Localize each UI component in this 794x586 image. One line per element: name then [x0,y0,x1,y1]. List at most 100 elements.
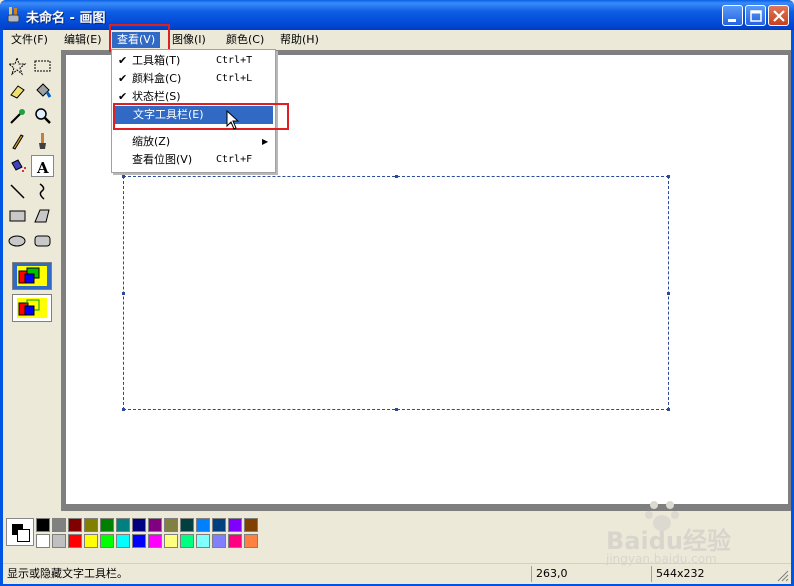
airbrush-icon [11,159,26,172]
polygon-tool[interactable] [31,205,54,227]
color-swatch[interactable] [244,534,258,548]
opaque-shapes-icon [17,266,47,286]
curve-icon [39,183,45,200]
watermark-brand: Baidu经验 [606,527,731,555]
color-swatch[interactable] [36,534,50,548]
magnifier-tool[interactable] [31,105,54,127]
submenu-arrow-icon: ▶ [262,137,269,146]
color-swatch[interactable] [196,534,210,548]
eyedropper-icon [10,109,25,124]
ellipse-icon [8,235,26,247]
color-swatch[interactable] [132,534,146,548]
resize-handle[interactable] [667,175,670,178]
text-a-icon: A [36,159,49,177]
resize-handle[interactable] [122,292,125,295]
color-swatch[interactable] [52,518,66,532]
fill-tool[interactable] [31,80,54,102]
color-swatch[interactable] [84,534,98,548]
eraser-icon [10,85,25,99]
rect-select-icon [34,60,51,72]
status-message: 显示或隐藏文字工具栏。 [7,567,128,580]
menu-colors[interactable]: 颜色(C) [221,32,269,48]
paint-app-icon [7,7,20,23]
color-swatch[interactable] [100,518,114,532]
text-selection-box[interactable] [123,176,669,410]
color-swatch[interactable] [244,518,258,532]
resize-handle[interactable] [395,408,398,411]
menu-image[interactable]: 图像(I) [167,32,211,48]
color-swatch[interactable] [132,518,146,532]
free-form-select-tool[interactable] [6,55,29,77]
color-swatch[interactable] [52,534,66,548]
minimize-button[interactable] [722,5,743,26]
color-swatch[interactable] [148,534,162,548]
close-icon [773,10,785,22]
menu-help[interactable]: 帮助(H) [275,32,324,48]
toolbox: A [3,50,60,510]
color-swatch[interactable] [148,518,162,532]
rounded-rect-icon [34,235,51,247]
color-swatch[interactable] [116,518,130,532]
pick-color-tool[interactable] [6,105,29,127]
color-swatch[interactable] [212,534,226,548]
resize-handle[interactable] [122,175,125,178]
color-swatch[interactable] [100,534,114,548]
color-swatch[interactable] [196,518,210,532]
polygon-icon [34,209,50,223]
paint-window: 未命名 - 画图 文件(F) 编辑(E) 查看(V) 图像(I) 颜色(C) 帮… [0,0,794,586]
menu-file[interactable]: 文件(F) [6,32,53,48]
ellipse-tool[interactable] [6,230,29,252]
eraser-tool[interactable] [6,80,29,102]
minimize-icon [728,19,736,22]
color-swatch[interactable] [228,534,242,548]
color-swatch[interactable] [68,534,82,548]
annotation-view-menu [109,24,170,52]
brush-icon [39,133,46,149]
menu-item-toolbox[interactable]: ✔ 工具箱(T) Ctrl+T [112,52,275,70]
brush-tool[interactable] [31,130,54,152]
rectangle-tool[interactable] [6,205,29,227]
line-icon [10,184,25,199]
rect-select-tool[interactable] [31,55,54,77]
color-swatch[interactable] [180,518,194,532]
opaque-background-option[interactable] [12,262,52,290]
svg-text:A: A [36,159,49,177]
menu-item-view-bitmap[interactable]: 查看位图(V) Ctrl+F [112,151,275,169]
menu-item-zoom[interactable]: 缩放(Z) ▶ [112,133,275,151]
curve-tool[interactable] [31,180,54,202]
color-swatch[interactable] [164,534,178,548]
transparent-shapes-icon [17,298,47,318]
maximize-button[interactable] [745,5,766,26]
color-swatch[interactable] [228,518,242,532]
text-tool[interactable]: A [31,155,54,177]
color-swatch[interactable] [212,518,226,532]
resize-handle[interactable] [667,292,670,295]
pencil-icon [12,134,24,150]
maximize-icon [750,10,762,22]
current-colors[interactable] [6,518,34,546]
color-swatch[interactable] [68,518,82,532]
line-tool[interactable] [6,180,29,202]
baidu-watermark: Baidu经验 jingyan.baidu.com [582,497,782,572]
watermark-url: jingyan.baidu.com [606,552,717,566]
check-icon: ✔ [118,72,128,85]
color-swatch[interactable] [164,518,178,532]
color-swatch[interactable] [180,534,194,548]
resize-handle[interactable] [395,175,398,178]
background-color [17,529,30,542]
resize-handle[interactable] [122,408,125,411]
color-swatch[interactable] [84,518,98,532]
menu-edit[interactable]: 编辑(E) [59,32,107,48]
pencil-tool[interactable] [6,130,29,152]
close-button[interactable] [768,5,789,26]
menu-item-colorbox[interactable]: ✔ 颜料盒(C) Ctrl+L [112,70,275,88]
transparent-background-option[interactable] [12,294,52,322]
airbrush-tool[interactable] [6,155,29,177]
check-icon: ✔ [118,54,128,67]
color-swatch[interactable] [116,534,130,548]
rounded-rect-tool[interactable] [31,230,54,252]
mouse-cursor-icon [226,110,240,130]
color-swatch[interactable] [36,518,50,532]
resize-handle[interactable] [667,408,670,411]
annotation-text-toolbar-item [113,103,289,130]
